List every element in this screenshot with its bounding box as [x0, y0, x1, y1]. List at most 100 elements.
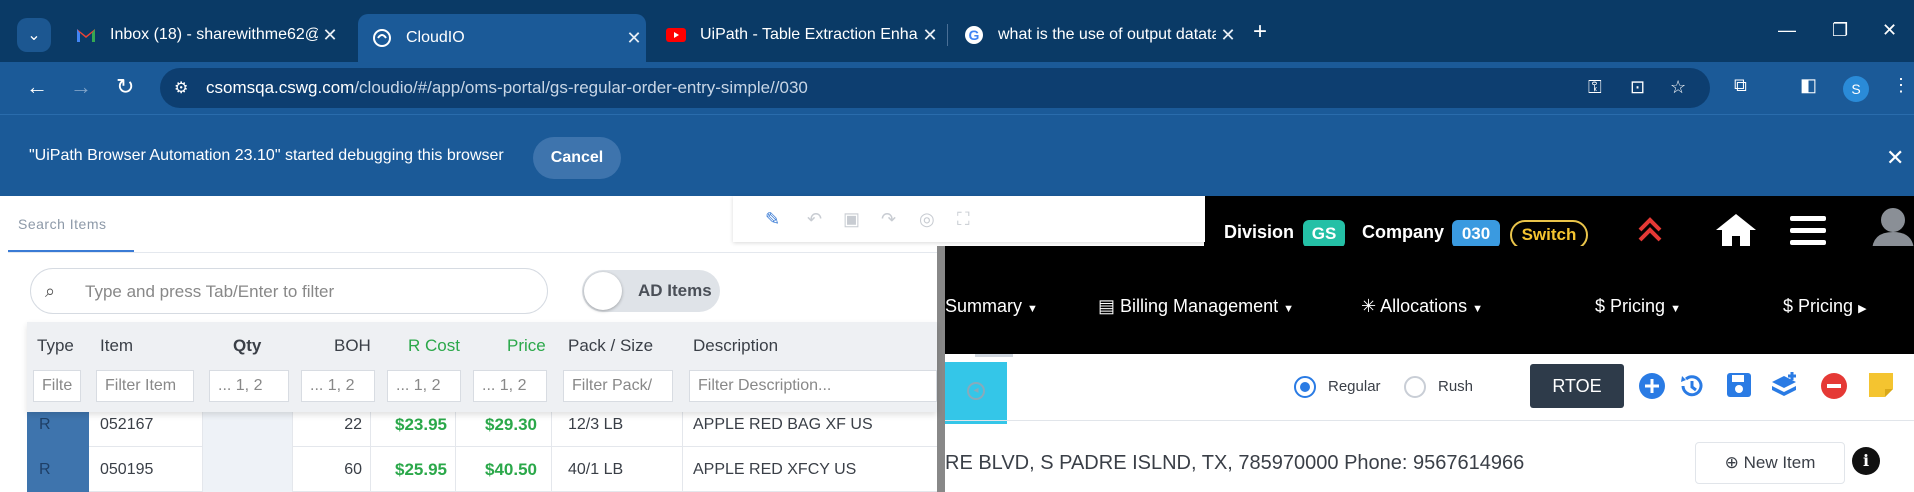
col-qty[interactable]: Qty — [233, 336, 261, 356]
col-description[interactable]: Description — [693, 336, 778, 356]
cell-type: R — [27, 447, 89, 492]
nav-pricing[interactable]: $ Pricing ▼ — [1595, 296, 1681, 317]
info-icon[interactable]: i — [1852, 447, 1880, 475]
col-rcost[interactable]: R Cost — [408, 336, 460, 356]
svg-text:G: G — [969, 27, 980, 43]
undo-icon[interactable]: ↶ — [807, 209, 822, 230]
close-icon[interactable]: ✕ — [1216, 25, 1240, 46]
tab-title: UiPath - Table Extraction Enhan — [700, 26, 918, 43]
company-badge: 030 — [1452, 220, 1500, 248]
address-bar[interactable]: ⚙ csomsqa.cswg.com/cloudio/#/app/oms-por… — [160, 68, 1710, 108]
install-icon[interactable]: ⊡ — [1630, 77, 1645, 98]
add-circle-icon[interactable] — [1638, 372, 1666, 407]
tab-uipath[interactable]: UiPath - Table Extraction Enhan ✕ — [652, 14, 942, 56]
window-close-icon[interactable]: ✕ — [1882, 20, 1897, 41]
minimize-icon[interactable]: — — [1778, 20, 1796, 41]
gmail-icon — [76, 25, 96, 45]
collapse-panel-button[interactable]: ◂ — [945, 362, 1007, 424]
menu-dots-icon[interactable]: ⋮ — [1892, 75, 1910, 96]
col-pack[interactable]: Pack / Size — [568, 336, 653, 356]
filter-boh[interactable]: ... 1, 2 — [301, 370, 375, 402]
redo-icon[interactable]: ↷ — [881, 209, 896, 230]
item-filter-input[interactable]: ⌕ Type and press Tab/Enter to filter — [30, 268, 548, 314]
section-divider — [945, 420, 1914, 421]
tab-gmail[interactable]: Inbox (18) - sharewithme62@gr ✕ — [62, 14, 342, 56]
edit-icon[interactable]: ✎ — [765, 209, 780, 230]
main-navigation: Summary ▼ ▤ Billing Management ▼ ✳ Alloc… — [945, 246, 1914, 354]
filter-type[interactable]: Filte — [33, 370, 81, 402]
panel-divider — [8, 252, 945, 253]
cell-item: 050195 — [100, 461, 154, 478]
col-divider — [292, 447, 293, 492]
browser-toolbar: ← → ↻ ⚙ csomsqa.cswg.com/cloudio/#/app/o… — [0, 62, 1914, 114]
remove-circle-icon[interactable] — [1820, 372, 1848, 407]
new-tab-button[interactable]: + — [1253, 18, 1267, 46]
tab-separator — [947, 24, 948, 46]
ad-items-toggle[interactable]: AD Items — [582, 270, 720, 312]
rush-radio[interactable] — [1404, 376, 1426, 398]
hide-icon[interactable]: ◎ — [919, 209, 935, 230]
rtoe-button[interactable]: RTOE — [1530, 364, 1624, 408]
chevron-down-icon: ▼ — [1283, 303, 1295, 315]
cell-qty[interactable] — [202, 447, 292, 492]
filter-price[interactable]: ... 1, 2 — [473, 370, 547, 402]
filter-item[interactable]: Filter Item — [96, 370, 194, 402]
search-items-tab[interactable]: Search Items — [18, 216, 106, 232]
division-label: Division — [1224, 222, 1295, 242]
panel-splitter[interactable] — [937, 246, 945, 492]
tab-google[interactable]: G what is the use of output datata ✕ — [950, 14, 1240, 56]
filter-pack[interactable]: Filter Pack/ — [563, 370, 673, 402]
new-item-button[interactable]: ⊕ New Item — [1695, 442, 1845, 484]
filter-description[interactable]: Filter Description... — [689, 370, 937, 402]
active-tab-indicator — [975, 354, 1013, 357]
double-chevron-up-icon[interactable] — [1636, 216, 1664, 249]
layers-add-icon[interactable] — [1770, 372, 1800, 407]
rush-label: Rush — [1438, 378, 1474, 395]
tab-title: what is the use of output datata — [998, 26, 1216, 43]
col-item[interactable]: Item — [100, 336, 133, 356]
expand-icon[interactable]: ⛶ — [957, 209, 970, 230]
close-icon[interactable]: ✕ — [318, 25, 342, 46]
col-price[interactable]: Price — [507, 336, 546, 356]
debugging-infobar: "UiPath Browser Automation 23.10" starte… — [0, 114, 1914, 196]
chevron-down-icon: ▼ — [1670, 303, 1681, 315]
regular-radio[interactable] — [1294, 376, 1316, 398]
nav-pricing-2[interactable]: $ Pricing ▶ — [1783, 296, 1867, 317]
tab-title: CloudIO — [406, 29, 465, 46]
key-icon[interactable]: ⚿ — [1588, 77, 1602, 98]
table-row[interactable]: R 050195 60 $25.95 $40.50 40/1 LB APPLE … — [27, 447, 937, 492]
sticky-note-icon[interactable] — [1868, 372, 1894, 405]
youtube-icon — [666, 25, 686, 45]
infobar-close-icon[interactable]: ✕ — [1886, 145, 1904, 171]
bookmark-star-icon[interactable]: ☆ — [1670, 77, 1686, 98]
tab-cloudio[interactable]: CloudIO ✕ — [358, 14, 646, 62]
side-panel-icon[interactable]: ◧ — [1800, 75, 1817, 96]
reload-icon[interactable]: ↻ — [116, 74, 134, 100]
col-type[interactable]: Type — [37, 336, 74, 356]
forward-icon[interactable]: → — [70, 74, 92, 100]
company-label: Company — [1362, 222, 1445, 242]
extensions-icon[interactable]: ⧉ — [1734, 75, 1747, 96]
profile-avatar[interactable]: S — [1843, 76, 1869, 102]
history-icon[interactable] — [1678, 372, 1706, 407]
site-info-icon[interactable]: ⚙ — [174, 78, 188, 98]
save-icon[interactable]: ▣ — [843, 209, 860, 230]
cancel-button[interactable]: Cancel — [533, 137, 621, 179]
close-icon[interactable]: ✕ — [918, 25, 942, 46]
nav-billing-management[interactable]: ▤ Billing Management ▼ — [1098, 296, 1294, 317]
chevron-right-icon: ▶ — [1858, 303, 1867, 315]
close-icon[interactable]: ✕ — [622, 28, 646, 49]
save-disk-icon[interactable] — [1726, 372, 1752, 405]
nav-summary[interactable]: Summary ▼ — [945, 296, 1038, 317]
back-icon[interactable]: ← — [26, 74, 48, 100]
col-divider — [682, 447, 683, 492]
col-boh[interactable]: BOH — [334, 336, 371, 356]
nav-allocations[interactable]: ✳ Allocations ▼ — [1361, 296, 1483, 317]
filter-rcost[interactable]: ... 1, 2 — [387, 370, 461, 402]
google-icon: G — [964, 25, 984, 45]
tab-search-button[interactable]: ⌄ — [17, 18, 51, 52]
filter-qty[interactable]: ... 1, 2 — [209, 370, 289, 402]
restore-icon[interactable]: ❐ — [1832, 20, 1848, 41]
dollar-icon: $ — [1783, 296, 1794, 316]
regular-label: Regular — [1328, 378, 1381, 395]
